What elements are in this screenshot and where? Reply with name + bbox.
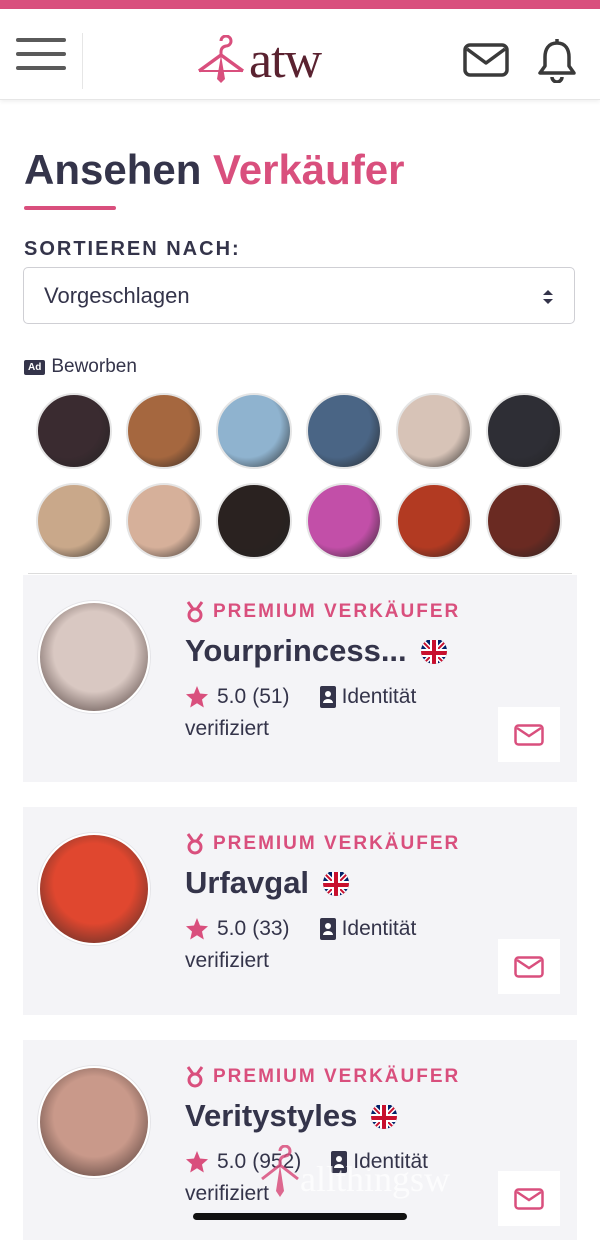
id-card-icon (319, 918, 336, 940)
page-title-part1: Ansehen (24, 146, 202, 193)
menu-line (16, 38, 66, 42)
notifications-button[interactable] (537, 39, 577, 88)
menu-line (16, 52, 66, 56)
seller-name[interactable]: Yourprincess... (185, 633, 407, 669)
promoted-seller-avatar[interactable] (396, 483, 472, 559)
promoted-seller-avatar[interactable] (306, 483, 382, 559)
medal-icon (186, 833, 204, 855)
seller-name-row: Urfavgal (185, 865, 350, 901)
menu-line (16, 66, 66, 70)
seller-name[interactable]: Urfavgal (185, 865, 309, 901)
id-card-icon (319, 686, 336, 708)
seller-card[interactable]: PREMIUM VERKÄUFER Veritystyles 5.0 (952) Ide… (23, 1040, 577, 1240)
seller-avatar[interactable] (38, 833, 150, 945)
uk-flag-icon (420, 638, 447, 664)
premium-badge: PREMIUM VERKÄUFER (185, 833, 460, 855)
page-title-part2: Verkäufer (213, 146, 405, 193)
section-divider (28, 573, 572, 574)
promoted-seller-avatar[interactable] (36, 393, 112, 469)
message-seller-button[interactable] (498, 707, 560, 762)
hanger-watermark-icon (261, 1145, 299, 1197)
promoted-label-text: Beworben (51, 356, 137, 377)
select-arrows-icon (543, 290, 553, 304)
sort-label: SORTIEREN NACH: (24, 238, 241, 260)
top-accent-bar (0, 0, 600, 9)
promoted-seller-avatar[interactable] (126, 393, 202, 469)
seller-rating: 5.0 (217, 917, 247, 940)
message-seller-button[interactable] (498, 1171, 560, 1226)
promoted-seller-avatar[interactable] (306, 393, 382, 469)
mail-icon (514, 723, 544, 746)
identity-label: Identität (341, 917, 417, 940)
promoted-seller-avatar[interactable] (216, 393, 292, 469)
mail-icon (514, 955, 544, 978)
promoted-seller-avatar[interactable] (486, 483, 562, 559)
medal-icon (186, 1066, 204, 1088)
promoted-seller-avatar[interactable] (396, 393, 472, 469)
home-indicator (193, 1213, 407, 1220)
seller-avatar[interactable] (38, 601, 150, 713)
seller-name-row: Veritystyles (185, 1098, 398, 1134)
seller-review-count: (33) (252, 917, 290, 940)
mail-icon (463, 43, 509, 77)
seller-meta: 5.0 (51) Identität verifiziert (185, 681, 485, 745)
seller-meta: 5.0 (33) Identität verifiziert (185, 913, 485, 977)
promoted-seller-avatar[interactable] (126, 483, 202, 559)
star-icon (186, 918, 208, 940)
identity-verified-text: verifiziert (185, 717, 270, 740)
premium-badge-text: PREMIUM VERKÄUFER (213, 833, 461, 854)
identity-label: Identität (341, 685, 417, 708)
mail-icon (514, 1187, 544, 1210)
seller-name[interactable]: Veritystyles (185, 1098, 357, 1134)
premium-badge-text: PREMIUM VERKÄUFER (213, 1066, 461, 1087)
hamburger-menu-button[interactable] (16, 31, 66, 77)
star-icon (186, 686, 208, 708)
watermark-text: allthingsw (300, 1159, 450, 1199)
medal-icon (186, 601, 204, 623)
hanger-logo-icon (197, 35, 245, 83)
promoted-seller-avatar[interactable] (216, 483, 292, 559)
sort-selected-value: Vorgeschlagen (44, 282, 190, 308)
premium-badge-text: PREMIUM VERKÄUFER (213, 601, 461, 622)
uk-flag-icon (371, 1103, 398, 1129)
messages-button[interactable] (463, 43, 509, 82)
sort-select[interactable]: Vorgeschlagen (23, 267, 575, 324)
seller-name-row: Yourprincess... (185, 633, 447, 669)
identity-status: Identität (319, 681, 417, 713)
premium-badge: PREMIUM VERKÄUFER (185, 601, 460, 623)
uk-flag-icon (323, 870, 350, 896)
seller-rating: 5.0 (217, 685, 247, 708)
seller-card[interactable]: PREMIUM VERKÄUFER Urfavgal 5.0 (33) Identitä… (23, 807, 577, 1015)
title-underline (24, 206, 116, 210)
premium-badge: PREMIUM VERKÄUFER (185, 1066, 460, 1088)
bell-icon (538, 39, 576, 84)
header-divider (82, 33, 83, 89)
identity-status: Identität (319, 913, 417, 945)
seller-avatar[interactable] (38, 1066, 150, 1178)
page-title: Ansehen Verkäufer (24, 146, 405, 194)
identity-verified-text: verifiziert (185, 949, 270, 972)
ad-badge: Ad (24, 359, 46, 375)
seller-rating: 5.0 (217, 1150, 247, 1173)
seller-review-count: (51) (252, 685, 290, 708)
promoted-seller-avatar[interactable] (36, 483, 112, 559)
seller-card[interactable]: PREMIUM VERKÄUFER Yourprincess... 5.0 (51) I… (23, 575, 577, 782)
promoted-seller-avatar[interactable] (486, 393, 562, 469)
logo-text: atw (249, 32, 322, 89)
promoted-label: Ad Beworben (24, 356, 137, 378)
message-seller-button[interactable] (498, 939, 560, 994)
star-icon (186, 1151, 208, 1173)
site-logo[interactable]: atw (195, 32, 322, 89)
app-header: atw (0, 9, 600, 100)
